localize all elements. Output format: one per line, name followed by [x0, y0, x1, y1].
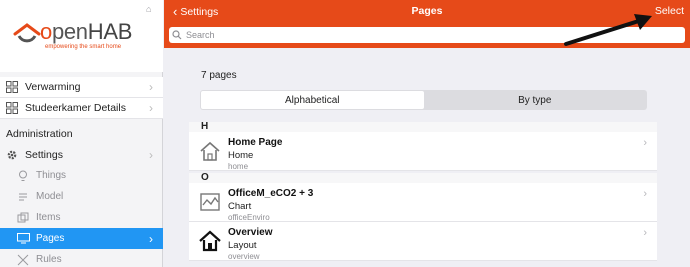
sidebar: ⌂ openHAB empowering the smart home Verw… — [0, 0, 163, 267]
chevron-right-icon: › — [643, 227, 647, 239]
list-item-home-page[interactable]: Home Page Home home › — [189, 132, 657, 171]
rules-icon — [16, 253, 30, 267]
sidebar-item-things[interactable]: Things — [0, 165, 163, 186]
chevron-right-icon: › — [643, 137, 647, 149]
sort-segmented-control: Alphabetical By type — [200, 90, 647, 110]
sidebar-item-settings[interactable]: Settings › — [0, 144, 163, 165]
chevron-right-icon: › — [643, 188, 647, 200]
page-type-text: Layout — [228, 240, 257, 251]
chevron-right-icon: › — [149, 101, 153, 115]
logo-wordmark: openHAB — [40, 19, 133, 44]
sidebar-item-label: Items — [36, 212, 61, 223]
chevron-right-icon: › — [149, 80, 153, 94]
sidebar-item-label: Studeerkamer Details — [25, 102, 126, 114]
page-uid-text: officeEnviro — [228, 213, 270, 222]
grid-icon — [5, 101, 19, 115]
sidebar-item-pages[interactable]: Pages › — [0, 228, 163, 249]
grid-icon — [5, 80, 19, 94]
sidebar-item-label: Rules — [36, 254, 62, 265]
page-uid-text: home — [228, 162, 249, 171]
chart-icon — [200, 193, 220, 211]
sidebar-item-label: Settings — [25, 148, 63, 161]
lightbulb-icon — [16, 169, 30, 183]
sidebar-item-label: Verwarming — [25, 81, 81, 93]
house-outline-icon — [200, 141, 220, 161]
model-icon — [16, 190, 30, 204]
list-item-officem-eco2[interactable]: OfficeM_eCO2 + 3 Chart officeEnviro › — [189, 183, 657, 222]
chevron-right-icon: › — [149, 147, 153, 162]
page-title-text: OfficeM_eCO2 + 3 — [228, 188, 314, 199]
chevron-right-icon: › — [149, 231, 153, 246]
house-solid-icon — [199, 230, 221, 252]
sidebar-item-items[interactable]: Items — [0, 207, 163, 228]
openhab-logo-mark — [13, 23, 41, 43]
annotation-arrow — [564, 14, 652, 46]
search-icon — [172, 30, 186, 40]
page-title-text: Overview — [228, 227, 273, 238]
tab-alphabetical[interactable]: Alphabetical — [201, 91, 424, 109]
pin-icon[interactable]: ⌂ — [146, 4, 151, 14]
sidebar-item-label: Things — [36, 170, 67, 181]
tab-by-type[interactable]: By type — [424, 91, 647, 109]
sidebar-item-label: Pages — [36, 233, 65, 244]
page-type-text: Home — [228, 150, 254, 161]
group-header-o: O — [189, 173, 657, 183]
sidebar-item-verwarming[interactable]: Verwarming › — [0, 77, 163, 98]
monitor-icon — [16, 232, 30, 246]
logo-tagline: empowering the smart home — [45, 44, 122, 50]
sidebar-item-rules[interactable]: Rules — [0, 249, 163, 267]
sidebar-item-label: Model — [36, 191, 64, 202]
gear-icon — [5, 148, 19, 162]
sidebar-item-studeerkamer-details[interactable]: Studeerkamer Details › — [0, 98, 163, 119]
section-heading-administration: Administration — [6, 128, 73, 140]
logo[interactable]: ⌂ openHAB empowering the smart home — [0, 0, 163, 72]
items-icon — [16, 211, 30, 225]
page-title-text: Home Page — [228, 137, 283, 148]
page-uid-text: overview — [228, 252, 260, 261]
group-header-h: H — [189, 122, 657, 132]
sidebar-item-model[interactable]: Model — [0, 186, 163, 207]
pages-count: 7 pages — [201, 70, 237, 81]
list-item-overview[interactable]: Overview Layout overview › — [189, 222, 657, 261]
page-type-text: Chart — [228, 201, 252, 212]
